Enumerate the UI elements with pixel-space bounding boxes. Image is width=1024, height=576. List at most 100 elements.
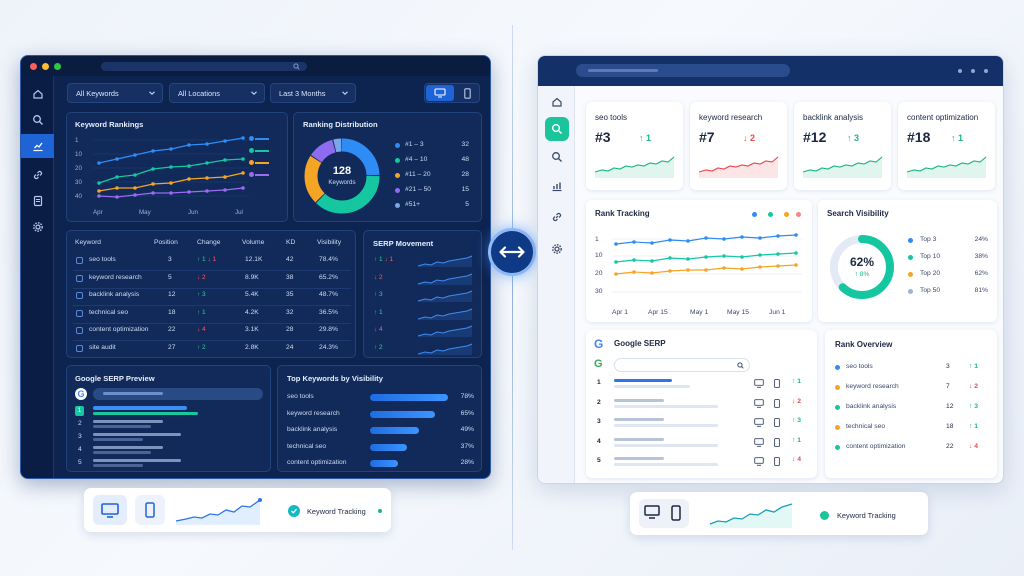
menu-dot[interactable] (971, 69, 975, 73)
serp-result[interactable]: 1 (67, 406, 272, 418)
series-point (668, 269, 672, 273)
compare-toggle-button[interactable] (488, 228, 536, 276)
sidebar-item-search[interactable] (545, 117, 569, 141)
serp-result-row[interactable]: 2 ↓ 2 (586, 396, 817, 412)
series-point (97, 161, 101, 165)
rank-overview-row[interactable]: content optimization 22 ↓ 4 (825, 442, 997, 456)
serp-result[interactable]: 5 (67, 458, 272, 470)
legend-dot (395, 203, 400, 208)
series-point (632, 240, 636, 244)
legend-swatch (255, 174, 269, 176)
serp-result-row[interactable]: 3 ↑ 3 (586, 415, 817, 431)
row-checkbox[interactable] (76, 309, 83, 317)
sidebar-item-settings[interactable] (545, 237, 569, 261)
desktop-view-button[interactable] (426, 85, 454, 101)
rank-overview-row[interactable]: backlink analysis 12 ↑ 3 (825, 402, 997, 416)
status-dot (378, 509, 382, 513)
kpi-card[interactable]: backlink analysis #12 ↑ 3 (794, 102, 891, 190)
movement-sparkline (417, 325, 473, 337)
position-cell: 3 (168, 256, 172, 263)
table-row[interactable]: seo tools 3 ↑ 1 ↓ 1 12.1K 42 78.4% (67, 255, 357, 271)
sidebar-item-keywords[interactable] (545, 145, 569, 169)
sidebar-item-links[interactable] (25, 163, 50, 187)
mobile-device-button[interactable] (135, 495, 165, 525)
serp-search-input[interactable] (614, 358, 750, 372)
serp-result-row[interactable]: 4 ↑ 1 (586, 435, 817, 451)
result-title-line (93, 459, 181, 462)
menu-dot[interactable] (958, 69, 962, 73)
kpi-card[interactable]: seo tools #3 ↑ 1 (586, 102, 683, 190)
sidebar-item-analytics[interactable] (545, 174, 569, 198)
maximize-dot[interactable] (54, 63, 61, 70)
mobile-view-button[interactable] (456, 85, 479, 101)
visibility-row: content optimization 28% (278, 458, 483, 470)
table-row[interactable]: site audit 27 ↑ 2 2.8K 24 24.3% (67, 343, 357, 357)
kpi-change-value: 1 (958, 133, 964, 143)
x-tick-label: Apr (93, 209, 103, 216)
keyword-cell: keyword research (89, 273, 142, 281)
series-point (169, 165, 173, 169)
rank-overview-row[interactable]: keyword research 7 ↓ 2 (825, 382, 997, 396)
row-checkbox[interactable] (76, 327, 83, 334)
series-point (722, 237, 726, 241)
serp-result-row[interactable]: 1 ↑ 1 (586, 376, 817, 392)
sidebar-item-search[interactable] (25, 108, 50, 132)
table-row[interactable]: content optimization 22 ↓ 4 3.1K 28 29.8% (67, 325, 357, 341)
change-indicator: ↑ 1 ↓ 1 (374, 256, 393, 263)
sidebar-item-home[interactable] (25, 82, 50, 106)
check-circle-icon (288, 505, 300, 517)
table-row[interactable]: keyword research 5 ↓ 2 8.9K 38 65.2% (67, 273, 357, 289)
kpi-rank: #3 (595, 129, 611, 145)
result-url-line (93, 451, 151, 454)
row-checkbox[interactable] (76, 257, 83, 264)
close-dot[interactable] (30, 63, 37, 70)
address-bar[interactable] (576, 64, 790, 77)
series-point (115, 157, 119, 161)
sidebar-item-analytics[interactable] (21, 134, 54, 158)
change-down-value: 2 (377, 273, 383, 281)
serp-result[interactable]: 3 (67, 432, 272, 444)
visibility-bars: seo tools 78% keyword research 65% backlink … (278, 386, 483, 471)
table-row[interactable]: technical seo 18 ↑ 1 4.2K 32 36.5% (67, 308, 357, 324)
sidebar-item-reports[interactable] (25, 189, 50, 213)
change-down-value: 2 (200, 273, 206, 281)
x-tick-label: May 15 (727, 309, 749, 316)
serp-result[interactable]: 2 (67, 419, 272, 431)
kpi-card[interactable]: content optimization #18 ↑ 1 (898, 102, 995, 190)
row-checkbox[interactable] (76, 344, 83, 352)
result-title-line (614, 457, 664, 460)
table-row[interactable]: backlink analysis 12 ↑ 3 5.4K 35 48.7% (67, 290, 357, 306)
rank-value: 3 (946, 363, 950, 370)
row-checkbox[interactable] (76, 292, 83, 299)
period-filter-dropdown[interactable]: Last 3 Months (270, 83, 356, 103)
kpi-change-value: 3 (854, 133, 860, 143)
sidebar-item-settings[interactable] (25, 215, 50, 239)
series-point (115, 186, 119, 190)
menu-dot[interactable] (984, 69, 988, 73)
row-checkbox[interactable] (76, 274, 83, 282)
series-point (187, 164, 191, 168)
light-dashboard-window: seo tools #3 ↑ 1 keyword research #7 ↓ 2 backl… (537, 55, 1004, 484)
desktop-device-button[interactable] (644, 505, 660, 524)
rank-overview-row[interactable]: seo tools 3 ↑ 1 (825, 362, 997, 376)
position-cell: 5 (168, 273, 172, 281)
sidebar-item-home[interactable] (545, 90, 569, 114)
keywords-filter-dropdown[interactable]: All Keywords (67, 83, 163, 103)
serp-result[interactable]: 4 (67, 445, 272, 457)
sidebar-item-links[interactable] (545, 205, 569, 229)
change-indicator: ↑ 1 (197, 309, 206, 316)
serp-search-bar[interactable] (93, 388, 263, 400)
rank-overview-row[interactable]: technical seo 18 ↑ 1 (825, 422, 997, 436)
mobile-device-button[interactable] (671, 505, 681, 526)
kpi-card[interactable]: keyword research #7 ↓ 2 (690, 102, 787, 190)
change-indicator: ↑ 2 (374, 344, 383, 351)
google-logo-icon: G (594, 358, 603, 370)
address-bar[interactable] (101, 62, 307, 71)
desktop-device-button[interactable] (93, 495, 127, 525)
serp-movement-row: ↑ 1 ↓ 1 (364, 255, 483, 269)
minimize-dot[interactable] (42, 63, 49, 70)
legend-dot (835, 445, 840, 450)
rank-change-value: 2 (974, 383, 979, 390)
locations-filter-dropdown[interactable]: All Locations (169, 83, 265, 103)
serp-result-row[interactable]: 5 ↓ 4 (586, 454, 817, 470)
